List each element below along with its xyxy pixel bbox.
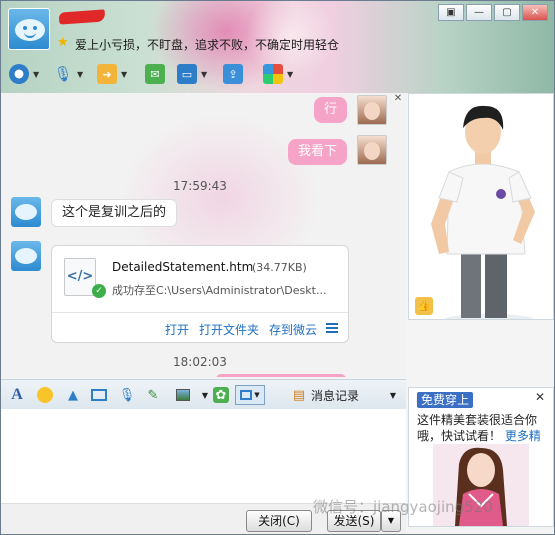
timestamp: 18:02:03 [173,355,227,369]
header: ★ 爱上小亏损，不盯盘，追求不败，不确定时用轻仓 ▣ — ▢ ✕ ▼ 🎙 ▼ ➜ ▼… [1,1,554,93]
emoji-icon[interactable] [35,385,55,405]
file-save-path: 成功存至C:\Users\Administrator\Deskt... [112,284,327,297]
file-size: (34.77KB) [252,261,307,274]
close-window-button[interactable]: ✕ [522,4,548,21]
send-file-button[interactable]: ➜ ▼ [97,63,127,85]
star-icon: ★ [57,35,69,50]
contact-avatar[interactable] [8,8,50,50]
thumbs-up-icon[interactable]: 👍 [415,297,433,315]
open-file-link[interactable]: 打开 [165,321,189,338]
main-toolbar: ▼ 🎙 ▼ ➜ ▼ ✉ ▭ ▼ ⇪ ▼ [1,59,554,91]
apps-grid-icon [263,64,283,84]
open-folder-link[interactable]: 打开文件夹 [199,321,259,338]
redacted-nickname [58,9,106,25]
edit-icon[interactable]: ✎ [143,385,163,405]
message-bubble-incoming: 这个是复训之后的 [51,199,178,227]
gift-icon[interactable]: ✿ [213,387,229,403]
video-clip-icon[interactable] [89,385,109,405]
microphone-icon: 🎙 [53,65,73,83]
magic-icon[interactable]: ▲ [63,385,83,405]
file-name: DetailedStatement.htm [112,260,254,274]
checkmark-icon: ✓ [92,284,106,298]
free-try-badge[interactable]: 免费穿上 [417,392,474,408]
my-avatar[interactable] [357,135,387,165]
monitor-icon: ▭ [177,64,197,84]
contact-signature: 爱上小亏损，不盯盘，追求不败，不确定时用轻仓 [75,38,340,52]
save-to-cloud-link[interactable]: 存到微云 [269,321,317,338]
message-input[interactable] [1,409,406,503]
chat-bubble-icon: ✉ [145,64,165,84]
show-avatar-panel[interactable]: 👍 [408,93,554,320]
file-actions: 打开 打开文件夹 存到微云 [52,312,348,342]
video-call-button[interactable]: ▼ [9,63,39,85]
maximize-button[interactable]: ▢ [494,4,520,21]
more-menu-icon[interactable] [326,323,338,333]
message-button[interactable]: ✉ [145,63,165,85]
font-icon[interactable]: A [7,385,27,405]
message-history-button[interactable]: 消息记录 [311,387,359,404]
close-chat-button[interactable]: 关闭(C) [246,510,312,532]
image-icon[interactable] [173,385,193,405]
voice-call-button[interactable]: 🎙 ▼ [53,63,83,85]
webcam-icon [9,64,29,84]
timestamp: 17:59:43 [173,179,227,193]
apps-button[interactable]: ▼ [263,63,293,85]
my-avatar[interactable] [357,95,387,125]
share-screen-button[interactable]: ⇪ [223,63,243,85]
close-ad-button[interactable]: ✕ [535,390,545,404]
chat-window: ★ 爱上小亏损，不盯盘，追求不败，不确定时用轻仓 ▣ — ▢ ✕ ▼ 🎙 ▼ ➜ ▼… [0,0,555,535]
screenshot-button[interactable]: ▼ [235,385,265,405]
image-dropdown-icon[interactable]: ▼ [195,385,215,405]
collapse-panel-icon[interactable]: ✕ [391,93,405,107]
message-bubble-outgoing: 行 [314,97,348,123]
more-link[interactable]: 更多精 [505,429,541,443]
format-toolbar: A ▲ 🎙 ✎ ▼ ✿ ▼ ▤ 消息记录 ▼ [1,379,406,409]
remote-desktop-button[interactable]: ▭ ▼ [177,63,207,85]
skin-button[interactable]: ▣ [438,4,464,21]
file-transfer-card: </> ✓ DetailedStatement.htm (34.77KB) 成功… [51,245,349,343]
minimize-button[interactable]: — [466,4,492,21]
screen-share-icon: ⇪ [223,64,243,84]
history-dropdown-icon[interactable]: ▼ [383,385,403,405]
contact-avatar-small[interactable] [11,197,41,227]
voice-message-icon[interactable]: 🎙 [117,385,137,405]
boy-avatar-figure [409,94,553,319]
chat-history[interactable]: 行 我看下 17:59:43 这个是复训之后的 </> ✓ DetailedSt… [1,93,406,377]
wechat-watermark: 微信号：jiangyaojing520 [313,498,493,516]
history-icon[interactable]: ▤ [289,385,309,405]
folder-arrow-icon: ➜ [97,64,117,84]
contact-avatar-small[interactable] [11,241,41,271]
ad-text: 这件精美套装很适合你哦，快试试看！ 更多精 [417,412,549,444]
message-bubble-outgoing-partial [216,374,346,377]
message-bubble-outgoing: 我看下 [288,139,348,165]
